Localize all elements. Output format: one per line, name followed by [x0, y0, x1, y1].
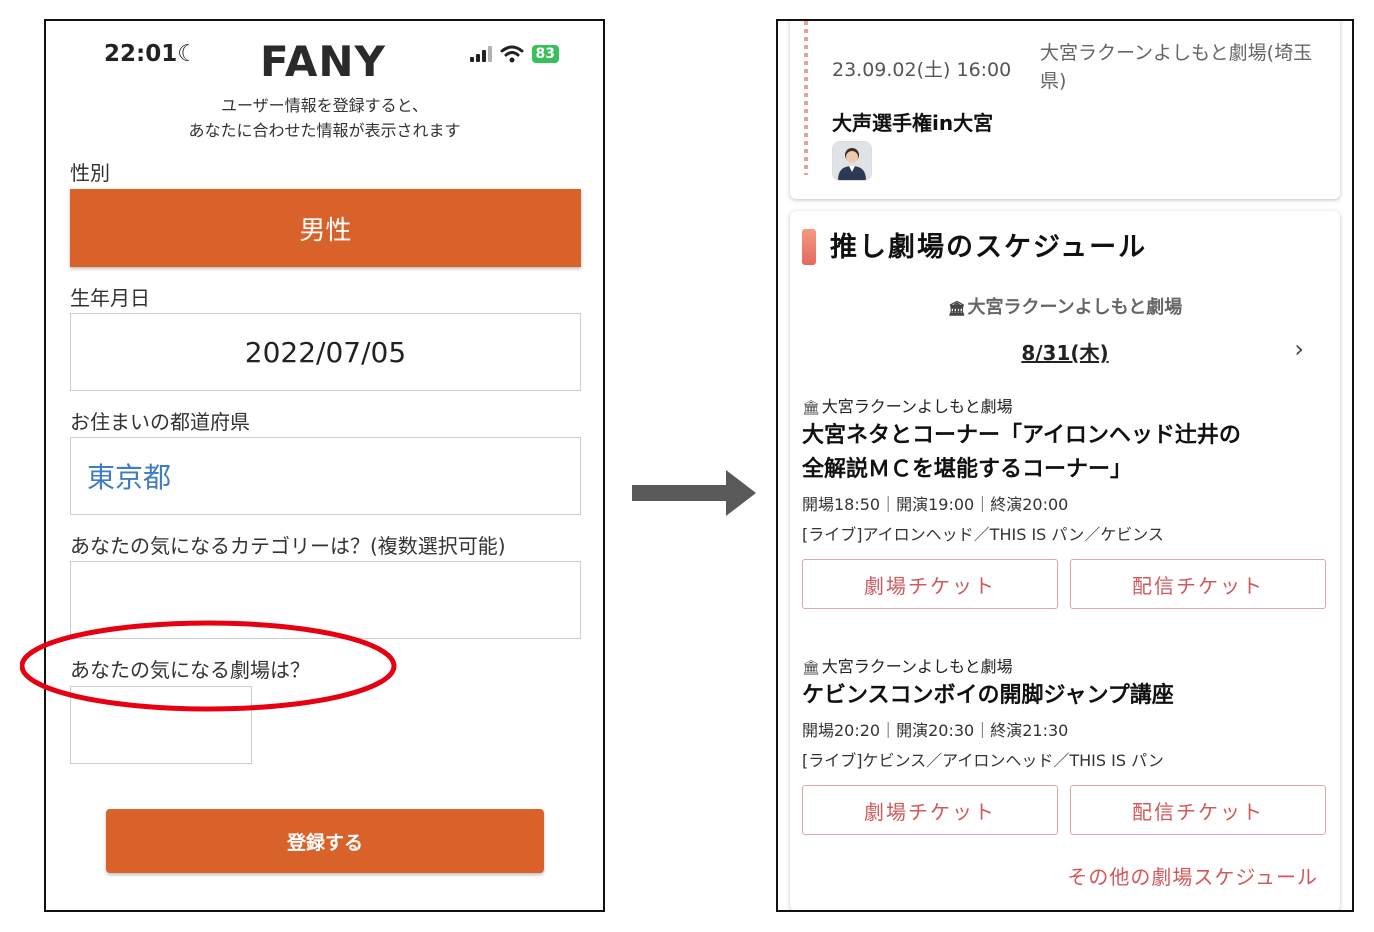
birthdate-field[interactable]: 2022/07/05 [70, 313, 581, 391]
event-date: 23.09.02(土) 16:00 [832, 59, 1012, 81]
performer-avatar[interactable] [832, 141, 872, 181]
home-screen: 23.09.02(土) 16:00 大宮ラクーンよしもと劇場(埼玉県) 大声選手… [776, 19, 1354, 912]
stream-ticket-button[interactable]: 配信チケット [1070, 559, 1326, 609]
registration-screen: 22:01☾ FANY 83 ユーザー情報を登録すると、 あなたに合わせた情報が… [44, 19, 605, 912]
heading-accent-bar [802, 229, 816, 265]
signal-icon [469, 46, 492, 62]
event-title[interactable]: 大宮ネタとコーナー「アイロンヘッド辻井の 全解説ＭＣを堪能するコーナー」 [802, 419, 1332, 487]
category-label: あなたの気になるカテゴリーは？(複数選択可能) [70, 534, 506, 558]
status-icons: 83 [469, 45, 559, 63]
event-times: 開場18:50｜開演19:00｜終演20:00 [802, 495, 1069, 514]
more-schedule-link[interactable]: その他の劇場スケジュール [1067, 861, 1318, 890]
schedule-heading: 推し劇場のスケジュール [830, 232, 1148, 263]
list-item: 🏛 大宮ラクーンよしもと劇場 大宮ネタとコーナー「アイロンヘッド辻井の 全解説ＭＣ… [802, 393, 1332, 609]
intro-text: ユーザー情報を登録すると、 あなたに合わせた情報が表示されます [188, 96, 461, 140]
event-times: 開場20:20｜開演20:30｜終演21:30 [802, 721, 1069, 740]
register-button[interactable]: 登録する [106, 809, 544, 873]
event-cast: [ライブ]アイロンヘッド／THIS IS パン／ケビンス [802, 525, 1164, 544]
gender-male-button[interactable]: 男性 [70, 189, 581, 267]
theater-icon: 🏛 [947, 301, 966, 317]
schedule-date[interactable]: 8/31(木) [790, 337, 1340, 366]
event-title[interactable]: ケビンスコンボイの開脚ジャンプ講座 [802, 679, 1332, 713]
status-time: 22:01☾ [104, 41, 198, 67]
event-card[interactable]: 23.09.02(土) 16:00 大宮ラクーンよしもと劇場(埼玉県) 大声選手… [790, 21, 1340, 199]
gender-label: 性別 [70, 161, 110, 185]
timeline-dashes [804, 21, 808, 175]
list-item: 🏛 大宮ラクーンよしもと劇場 ケビンスコンボイの開脚ジャンプ講座 開場20:20｜… [802, 653, 1332, 835]
stream-ticket-button[interactable]: 配信チケット [1070, 785, 1326, 835]
fany-logo: FANY [260, 37, 386, 86]
battery-icon: 83 [531, 45, 559, 63]
person-icon [833, 142, 871, 180]
prefecture-label: お住まいの都道府県 [70, 410, 250, 434]
schedule-venue: 🏛 大宮ラクーンよしもと劇場 [947, 297, 1183, 318]
wifi-icon [500, 45, 524, 63]
venue-ticket-button[interactable]: 劇場チケット [802, 559, 1058, 609]
theater-icon: 🏛 [802, 400, 820, 416]
arrow-right-icon [632, 470, 756, 516]
venue-ticket-button[interactable]: 劇場チケット [802, 785, 1058, 835]
highlight-ellipse [20, 620, 397, 712]
event-venue: 大宮ラクーンよしもと劇場(埼玉県) [1040, 42, 1313, 92]
moon-icon: ☾ [177, 41, 198, 67]
chevron-right-icon[interactable]: › [1294, 335, 1304, 363]
event-cast: [ライブ]ケビンス／アイロンヘッド／THIS IS パン [802, 751, 1164, 770]
event-title: 大声選手権in大宮 [832, 111, 994, 135]
prefecture-select[interactable]: 東京都 [70, 437, 581, 515]
birthdate-label: 生年月日 [70, 286, 150, 310]
schedule-section: 推し劇場のスケジュール 🏛 大宮ラクーンよしもと劇場 8/31(木) › 🏛 大宮ラ… [790, 211, 1340, 910]
theater-icon: 🏛 [802, 660, 820, 676]
